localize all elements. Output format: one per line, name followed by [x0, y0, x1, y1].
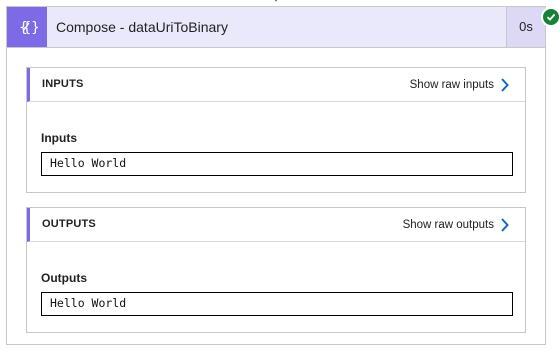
outputs-header: OUTPUTS Show raw outputs [27, 208, 525, 242]
svg-text:}: } [31, 20, 38, 36]
show-raw-outputs-label: Show raw outputs [402, 218, 494, 231]
outputs-heading: OUTPUTS [42, 218, 96, 230]
svg-text:{: { [19, 20, 28, 36]
action-card: { { } Compose - dataUriToBinary 0s INPUT… [6, 6, 559, 345]
duration-badge: 0s [506, 7, 545, 47]
inputs-header: INPUTS Show raw inputs [27, 68, 525, 102]
compose-icon: { { } [7, 7, 47, 47]
chevron-right-icon [501, 77, 509, 92]
show-raw-inputs-link[interactable]: Show raw inputs [410, 68, 509, 101]
outputs-section: OUTPUTS Show raw outputs Outputs Hello W… [26, 207, 526, 333]
inputs-heading: INPUTS [42, 78, 84, 90]
outputs-field-label: Outputs [41, 271, 87, 285]
action-title: Compose - dataUriToBinary [56, 19, 228, 35]
show-raw-inputs-label: Show raw inputs [409, 78, 494, 91]
inputs-value: Hello World [41, 152, 513, 176]
outputs-value: Hello World [41, 292, 513, 316]
success-check-icon [541, 7, 559, 27]
inputs-section: INPUTS Show raw inputs Inputs Hello Worl… [26, 67, 526, 193]
show-raw-outputs-link[interactable]: Show raw outputs [403, 208, 509, 241]
inputs-field-label: Inputs [41, 131, 77, 145]
chevron-right-icon [501, 217, 509, 232]
action-header[interactable]: { { } Compose - dataUriToBinary 0s [7, 7, 545, 48]
